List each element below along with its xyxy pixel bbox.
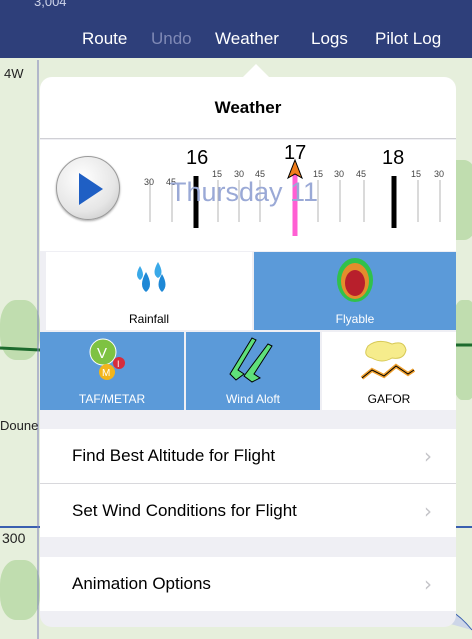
layer-taf-metar[interactable]: V I M TAF/METAR bbox=[40, 332, 184, 410]
timeline-scrubber[interactable]: 30 45 15 30 45 15 30 45 15 30 16 17 18 T… bbox=[40, 140, 456, 251]
layer-wind-aloft[interactable]: Wind Aloft bbox=[186, 332, 320, 410]
popover-arrow bbox=[242, 64, 270, 78]
row-label: Animation Options bbox=[72, 574, 211, 593]
animation-group: Animation Options › bbox=[40, 557, 456, 611]
minute-label: 45 bbox=[356, 169, 367, 179]
map-label: Doune bbox=[0, 418, 39, 433]
svg-text:V: V bbox=[97, 345, 107, 362]
top-toolbar: 3,004 Route Undo Weather Logs Pilot Log bbox=[0, 0, 472, 58]
set-wind-conditions-row[interactable]: Set Wind Conditions for Flight › bbox=[40, 483, 456, 537]
layer-rainfall[interactable]: Rainfall bbox=[46, 252, 252, 330]
taf-metar-icon: V I M bbox=[89, 338, 125, 380]
popover-title: Weather bbox=[214, 97, 282, 117]
logs-button[interactable]: Logs bbox=[311, 29, 348, 49]
day-label: Thursday 11 bbox=[170, 177, 319, 207]
minute-label: 30 bbox=[144, 177, 155, 187]
animation-options-row[interactable]: Animation Options › bbox=[40, 557, 456, 611]
minute-label: 15 bbox=[411, 169, 422, 179]
pilot-log-button[interactable]: Pilot Log bbox=[375, 29, 441, 49]
weather-button[interactable]: Weather bbox=[215, 29, 279, 49]
find-best-altitude-row[interactable]: Find Best Altitude for Flight › bbox=[40, 429, 456, 483]
chevron-right-icon: › bbox=[424, 498, 432, 523]
svg-text:M: M bbox=[102, 368, 110, 379]
undo-button[interactable]: Undo bbox=[151, 29, 192, 49]
rainfall-icon bbox=[137, 262, 166, 292]
wind-aloft-icon bbox=[229, 337, 273, 383]
map-label: 4W bbox=[4, 66, 24, 81]
play-button[interactable] bbox=[56, 156, 120, 220]
play-icon bbox=[79, 173, 103, 205]
layer-label: Rainfall bbox=[128, 312, 170, 326]
flight-options-group: Find Best Altitude for Flight › Set Wind… bbox=[40, 429, 456, 537]
chevron-right-icon: › bbox=[424, 444, 432, 468]
layer-label: Wind Aloft bbox=[225, 392, 281, 406]
minute-label: 30 bbox=[434, 169, 445, 179]
hour-label: 18 bbox=[382, 147, 405, 169]
row-label: Set Wind Conditions for Flight bbox=[72, 500, 297, 520]
layer-flyable[interactable]: Flyable bbox=[254, 252, 456, 330]
layer-gafor[interactable]: GAFOR bbox=[322, 332, 456, 410]
gafor-icon bbox=[360, 340, 416, 380]
svg-text:I: I bbox=[117, 359, 120, 369]
row-label: Find Best Altitude for Flight bbox=[72, 446, 276, 465]
map-label: 300 bbox=[2, 530, 26, 546]
layer-label: TAF/METAR bbox=[78, 392, 146, 406]
chevron-right-icon: › bbox=[424, 572, 432, 596]
layer-label: GAFOR bbox=[367, 392, 411, 406]
layer-label: Flyable bbox=[335, 312, 375, 326]
partial-map-text: 3,004 bbox=[34, 0, 67, 9]
minute-label: 30 bbox=[334, 169, 345, 179]
popover-header: Weather bbox=[40, 77, 456, 139]
flyable-icon bbox=[337, 258, 373, 302]
hour-label-current: 17 bbox=[284, 142, 307, 164]
hour-label: 16 bbox=[186, 147, 209, 169]
weather-popover: Weather 30 45 15 30 45 15 30 45 15 30 16… bbox=[40, 77, 456, 627]
route-button[interactable]: Route bbox=[82, 29, 127, 49]
